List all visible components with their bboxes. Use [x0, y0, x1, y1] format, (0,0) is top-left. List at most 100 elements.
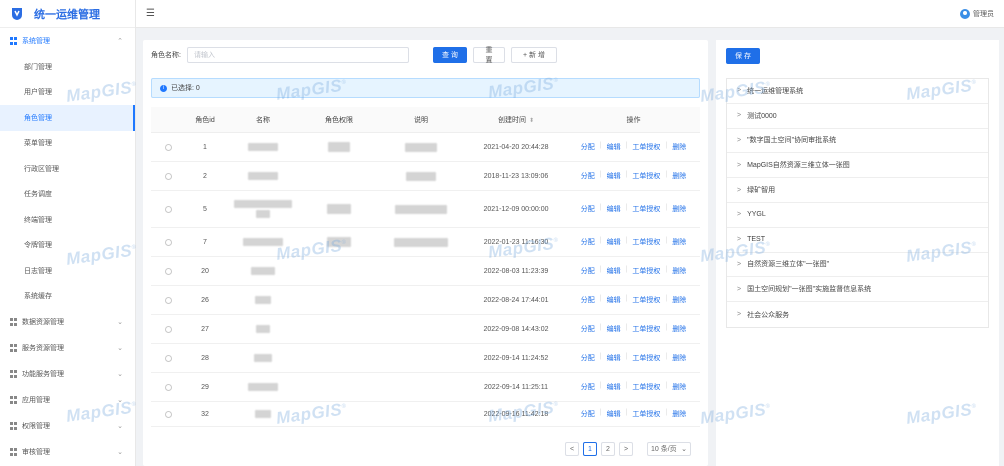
- add-button[interactable]: + 新 增: [510, 47, 557, 63]
- sidebar-item[interactable]: 菜单管理: [0, 131, 135, 157]
- op-ticket-auth-button[interactable]: 工单授权: [632, 237, 660, 247]
- op-edit-button[interactable]: 编辑: [607, 237, 621, 247]
- row-radio[interactable]: [164, 143, 172, 151]
- op-ticket-auth-button[interactable]: 工单授权: [632, 382, 660, 392]
- op-delete-button[interactable]: 删除: [672, 237, 686, 247]
- role-name-input[interactable]: [186, 47, 409, 63]
- sidebar-item[interactable]: 用户管理: [0, 80, 135, 106]
- col-time[interactable]: 创建时间 ⬍: [465, 115, 567, 125]
- op-delete-button[interactable]: 删除: [672, 409, 686, 419]
- save-button[interactable]: 保 存: [726, 48, 760, 64]
- tree-item[interactable]: > YYGL: [727, 203, 988, 228]
- op-assign-button[interactable]: 分配: [581, 171, 595, 181]
- menu-group[interactable]: 系统管理 ⌃: [0, 28, 135, 54]
- tree-item[interactable]: > TEST: [727, 228, 988, 253]
- tree-item[interactable]: > 统一运维管理系统: [727, 79, 988, 104]
- op-edit-button[interactable]: 编辑: [607, 266, 621, 276]
- chevron-right-icon[interactable]: >: [737, 286, 741, 293]
- row-radio[interactable]: [164, 267, 172, 275]
- op-assign-button[interactable]: 分配: [581, 353, 595, 363]
- op-ticket-auth-button[interactable]: 工单授权: [632, 142, 660, 152]
- chevron-right-icon[interactable]: >: [737, 187, 741, 194]
- op-assign-button[interactable]: 分配: [581, 324, 595, 334]
- row-radio[interactable]: [164, 238, 172, 246]
- op-edit-button[interactable]: 编辑: [607, 409, 621, 419]
- page-2-button[interactable]: 2: [601, 442, 615, 456]
- next-page-button[interactable]: >: [619, 442, 633, 456]
- op-edit-button[interactable]: 编辑: [607, 324, 621, 334]
- chevron-right-icon[interactable]: >: [737, 211, 741, 218]
- query-button[interactable]: 查 询: [432, 47, 467, 63]
- row-radio[interactable]: [164, 172, 172, 180]
- op-ticket-auth-button[interactable]: 工单授权: [632, 324, 660, 334]
- op-delete-button[interactable]: 删除: [672, 295, 686, 305]
- op-assign-button[interactable]: 分配: [581, 266, 595, 276]
- op-ticket-auth-button[interactable]: 工单授权: [632, 204, 660, 214]
- op-assign-button[interactable]: 分配: [581, 382, 595, 392]
- menu-group[interactable]: 服务资源管理 ⌄: [0, 335, 135, 361]
- menu-group[interactable]: 权限管理 ⌄: [0, 413, 135, 439]
- op-edit-button[interactable]: 编辑: [607, 171, 621, 181]
- sidebar-item[interactable]: 任务调度: [0, 182, 135, 208]
- sidebar-item[interactable]: 令牌管理: [0, 233, 135, 259]
- op-assign-button[interactable]: 分配: [581, 237, 595, 247]
- op-assign-button[interactable]: 分配: [581, 409, 595, 419]
- op-edit-button[interactable]: 编辑: [607, 353, 621, 363]
- user-menu[interactable]: 管理员: [960, 8, 994, 19]
- sidebar-item[interactable]: 部门管理: [0, 54, 135, 80]
- chevron-right-icon[interactable]: >: [737, 261, 741, 268]
- tree-item[interactable]: > MapGIS自然资源三维立体一张图: [727, 153, 988, 179]
- op-delete-button[interactable]: 删除: [672, 353, 686, 363]
- tree-item[interactable]: > 自然资源三维立体"一张图": [727, 253, 988, 278]
- tree-item[interactable]: > 国土空间规划"一张图"实施监督信息系统: [727, 277, 988, 303]
- op-ticket-auth-button[interactable]: 工单授权: [632, 171, 660, 181]
- menu-group[interactable]: 应用管理 ⌄: [0, 387, 135, 413]
- chevron-right-icon[interactable]: >: [737, 162, 741, 169]
- sidebar-item[interactable]: 终端管理: [0, 207, 135, 233]
- op-ticket-auth-button[interactable]: 工单授权: [632, 353, 660, 363]
- row-radio[interactable]: [164, 383, 172, 391]
- op-delete-button[interactable]: 删除: [672, 324, 686, 334]
- chevron-right-icon[interactable]: >: [737, 137, 741, 144]
- op-edit-button[interactable]: 编辑: [607, 204, 621, 214]
- op-ticket-auth-button[interactable]: 工单授权: [632, 295, 660, 305]
- tree-item[interactable]: > 社会公众服务: [727, 302, 988, 327]
- chevron-right-icon[interactable]: >: [737, 112, 741, 119]
- op-ticket-auth-button[interactable]: 工单授权: [632, 266, 660, 276]
- op-delete-button[interactable]: 删除: [672, 142, 686, 152]
- chevron-right-icon[interactable]: >: [737, 311, 741, 318]
- sidebar-item[interactable]: 角色管理: [0, 105, 135, 131]
- op-ticket-auth-button[interactable]: 工单授权: [632, 409, 660, 419]
- page-size-select[interactable]: 10 条/页 ⌄: [647, 442, 691, 456]
- page-1-button[interactable]: 1: [583, 442, 597, 456]
- sidebar-item[interactable]: 行政区管理: [0, 156, 135, 182]
- op-delete-button[interactable]: 删除: [672, 171, 686, 181]
- sidebar-item[interactable]: 日志管理: [0, 258, 135, 284]
- row-radio[interactable]: [164, 296, 172, 304]
- menu-fold-icon[interactable]: ☰: [146, 8, 155, 19]
- sort-icon[interactable]: ⬍: [529, 118, 534, 124]
- menu-group[interactable]: 功能服务管理 ⌄: [0, 361, 135, 387]
- row-radio[interactable]: [164, 410, 172, 418]
- op-delete-button[interactable]: 删除: [672, 204, 686, 214]
- menu-group[interactable]: 审核管理 ⌄: [0, 439, 135, 465]
- op-delete-button[interactable]: 删除: [672, 382, 686, 392]
- op-edit-button[interactable]: 编辑: [607, 142, 621, 152]
- op-edit-button[interactable]: 编辑: [607, 382, 621, 392]
- tree-item[interactable]: > "数字国土空间"协同审批系统: [727, 129, 988, 154]
- tree-item[interactable]: > 测试0000: [727, 104, 988, 129]
- chevron-right-icon[interactable]: >: [737, 87, 741, 94]
- op-assign-button[interactable]: 分配: [581, 204, 595, 214]
- reset-button[interactable]: 重 置: [472, 47, 505, 64]
- tree-item[interactable]: > 绿矿智用: [727, 178, 988, 203]
- app-logo[interactable]: 统一运维管理: [0, 0, 135, 28]
- row-radio[interactable]: [164, 325, 172, 333]
- row-radio[interactable]: [164, 205, 172, 213]
- op-edit-button[interactable]: 编辑: [607, 295, 621, 305]
- sidebar-item[interactable]: 系统缓存: [0, 284, 135, 310]
- chevron-right-icon[interactable]: >: [737, 236, 741, 243]
- prev-page-button[interactable]: <: [565, 442, 579, 456]
- op-delete-button[interactable]: 删除: [672, 266, 686, 276]
- row-radio[interactable]: [164, 354, 172, 362]
- op-assign-button[interactable]: 分配: [581, 295, 595, 305]
